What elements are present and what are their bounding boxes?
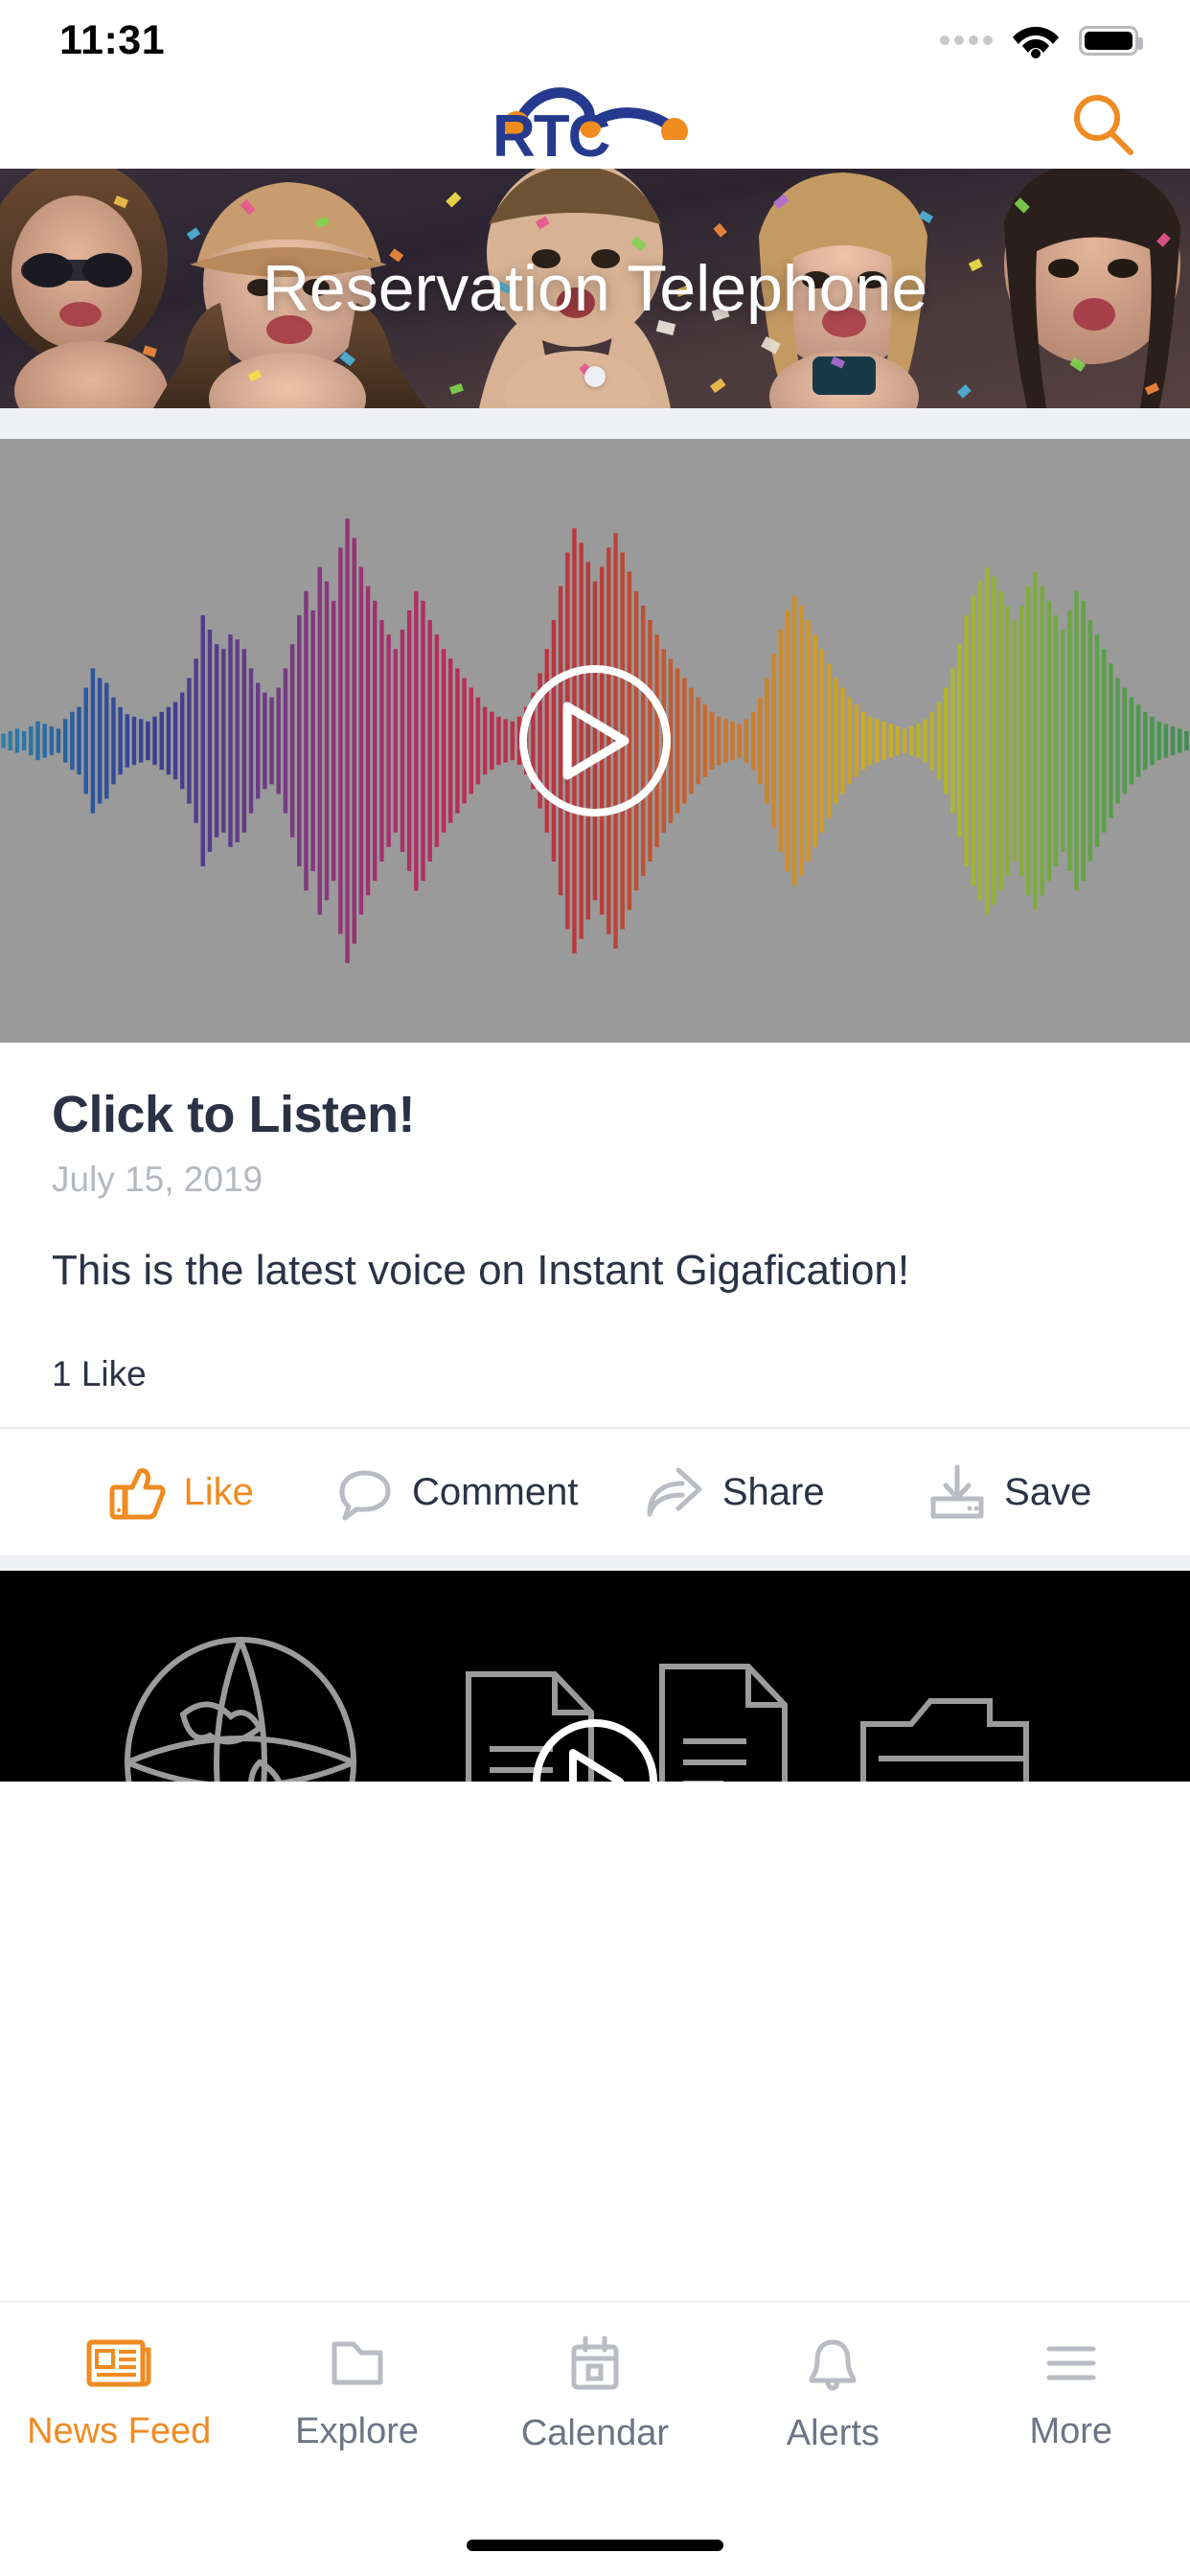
- tab-more[interactable]: More: [952, 2319, 1190, 2452]
- tab-label-more: More: [1029, 2411, 1113, 2451]
- tab-alerts[interactable]: Alerts: [714, 2319, 951, 2454]
- post-actions: Like Comment Share Save: [0, 1429, 1190, 1555]
- status-bar: 11:31: [0, 0, 1190, 80]
- status-indicators: [940, 21, 1143, 59]
- rtc-logo[interactable]: RTC: [485, 82, 705, 170]
- app-header: RTC: [0, 80, 1190, 170]
- carousel-pagination[interactable]: [584, 366, 606, 387]
- save-button[interactable]: Save: [872, 1462, 1149, 1522]
- home-indicator: [467, 2540, 723, 2551]
- pagination-dot-active[interactable]: [584, 366, 606, 387]
- signal-dots-icon: [940, 35, 993, 45]
- tab-label-alerts: Alerts: [786, 2413, 880, 2453]
- like-label: Like: [183, 1470, 254, 1513]
- post-body: Click to Listen! July 15, 2019 This is t…: [0, 1043, 1190, 1297]
- comment-label: Comment: [412, 1470, 579, 1513]
- status-time: 11:31: [59, 16, 166, 63]
- section-spacer-2: [0, 1555, 1190, 1571]
- play-icon: [569, 1749, 624, 1782]
- logo-text: RTC: [492, 104, 610, 170]
- play-button[interactable]: [519, 665, 671, 816]
- comment-button[interactable]: Comment: [319, 1462, 596, 1522]
- search-icon: [1074, 95, 1133, 155]
- comment-bubble-icon: [339, 1470, 391, 1521]
- wifi-icon: [1013, 27, 1059, 58]
- like-button[interactable]: Like: [42, 1462, 319, 1522]
- folder-icon: [860, 1698, 1029, 1782]
- search-button[interactable]: [1065, 87, 1140, 162]
- play-icon: [562, 702, 629, 780]
- share-arrow-icon: [647, 1467, 702, 1517]
- bottom-tab-bar: News Feed Explore Calendar Alerts More: [0, 2302, 1190, 2576]
- post-date: July 15, 2019: [52, 1160, 263, 1199]
- tab-label-news-feed: News Feed: [27, 2411, 212, 2451]
- like-count[interactable]: 1 Like: [0, 1297, 1190, 1427]
- tab-label-calendar: Calendar: [520, 2413, 670, 2453]
- folder-icon: [332, 2341, 383, 2385]
- share-button[interactable]: Share: [595, 1462, 872, 1522]
- save-label: Save: [1004, 1470, 1092, 1513]
- hamburger-menu-icon: [1046, 2346, 1096, 2380]
- newspaper-icon: [86, 2339, 151, 2387]
- post-text: This is the latest voice on Instant Giga…: [52, 1247, 910, 1294]
- calendar-icon: [571, 2335, 619, 2390]
- tab-news-feed[interactable]: News Feed: [0, 2319, 238, 2452]
- bell-icon: [809, 2339, 857, 2391]
- post-title: Click to Listen!: [52, 1086, 416, 1143]
- hero-title: Reservation Telephone: [262, 252, 928, 325]
- hero-banner[interactable]: Reservation Telephone: [0, 169, 1190, 408]
- save-download-icon: [930, 1464, 984, 1519]
- share-label: Share: [721, 1470, 825, 1513]
- post-card: Click to Listen! July 15, 2019 This is t…: [0, 439, 1190, 1555]
- tab-calendar[interactable]: Calendar: [476, 2319, 714, 2454]
- video-post-card[interactable]: [0, 1571, 1190, 1782]
- tab-label-explore: Explore: [295, 2411, 419, 2451]
- section-spacer: [0, 408, 1190, 439]
- tab-explore[interactable]: Explore: [238, 2319, 475, 2452]
- thumbs-up-icon: [109, 1468, 166, 1520]
- audio-player-panel[interactable]: [0, 439, 1190, 1043]
- battery-full-icon: [1079, 25, 1143, 56]
